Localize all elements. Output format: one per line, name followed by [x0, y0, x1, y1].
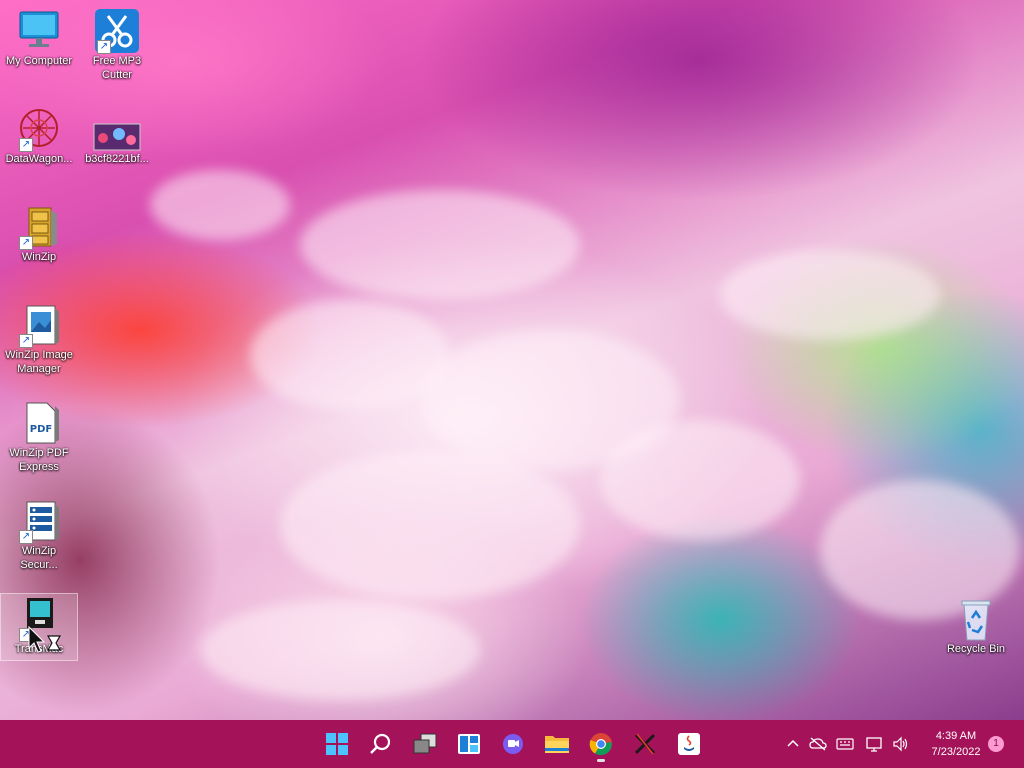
- datawagon-icon: ↗: [15, 106, 63, 152]
- desktop-icon-label: Recycle Bin: [946, 643, 1006, 655]
- java-icon: [678, 733, 700, 755]
- start-button[interactable]: [321, 728, 353, 760]
- network-button[interactable]: [866, 720, 886, 768]
- chrome-button[interactable]: [585, 728, 617, 762]
- search-icon: [370, 733, 391, 754]
- desktop-icon-winzip[interactable]: ↗ WinZip: [0, 202, 78, 264]
- chrome-icon: [589, 733, 612, 756]
- shortcut-arrow-icon: ↗: [19, 530, 33, 544]
- task-view-button[interactable]: [409, 728, 441, 760]
- tray-cloud-button[interactable]: [809, 720, 829, 768]
- shortcut-arrow-icon: ↗: [97, 40, 111, 54]
- chat-icon: [503, 734, 523, 754]
- widgets-button[interactable]: [453, 728, 485, 760]
- winzip-secure-icon: ↗: [15, 498, 63, 544]
- desktop-icon-image-file[interactable]: b3cf8221bf...: [78, 104, 156, 166]
- pdf-badge: PDF: [30, 424, 52, 435]
- desktop-icon-free-mp3-cutter[interactable]: ↗ Free MP3 Cutter: [78, 6, 156, 82]
- task-view-icon: [413, 733, 437, 754]
- winzip-image-icon: ↗: [15, 302, 63, 348]
- desktop-icon-my-computer[interactable]: My Computer: [0, 6, 78, 68]
- volume-icon: [893, 736, 908, 752]
- java-button[interactable]: [673, 728, 705, 760]
- desktop-icon-winzip-pdf-express[interactable]: PDF WinZip PDF Express: [0, 398, 78, 474]
- widgets-icon: [458, 734, 480, 754]
- file-explorer-icon: [545, 736, 569, 753]
- clock-date: 7/23/2022: [931, 746, 981, 758]
- desktop-icon-recycle-bin[interactable]: Recycle Bin: [936, 594, 1016, 656]
- recycle-bin-icon: [952, 596, 1000, 642]
- keyboard-button[interactable]: [836, 720, 856, 768]
- scissors-icon: ↗: [93, 8, 141, 54]
- active-app-indicator: [597, 759, 605, 762]
- desktop-icon-label: Free MP3 Cutter: [92, 55, 142, 81]
- xmind-button[interactable]: [629, 728, 661, 760]
- shortcut-arrow-icon: ↗: [19, 334, 33, 348]
- notification-badge[interactable]: 1: [988, 736, 1004, 752]
- volume-button[interactable]: [892, 720, 912, 768]
- desktop-icon-label: WinZip Secur...: [20, 545, 58, 571]
- desktop-wallpaper: My Computer ↗ Free MP3 Cutter ↗ DataWago: [0, 0, 1024, 720]
- keyboard-icon: [836, 738, 854, 750]
- desktop-icon-label: b3cf8221bf...: [85, 153, 149, 165]
- taskbar-clock[interactable]: 4:39 AM 7/23/2022: [922, 728, 990, 760]
- clock-time: 4:39 AM: [935, 730, 977, 742]
- xmind-icon: [634, 733, 656, 755]
- shortcut-arrow-icon: ↗: [19, 138, 33, 152]
- winzip-pdf-icon: PDF: [15, 400, 63, 446]
- shortcut-arrow-icon: ↗: [19, 236, 33, 250]
- display-icon: [866, 737, 882, 752]
- desktop-icon-label: DataWagon...: [5, 153, 73, 165]
- search-button[interactable]: [365, 728, 397, 760]
- winzip-cabinet-icon: ↗: [15, 204, 63, 250]
- desktop-icon-label: WinZip: [21, 251, 57, 263]
- network-off-icon: [809, 737, 827, 751]
- desktop-icon-winzip-secure[interactable]: ↗ WinZip Secur...: [0, 496, 78, 572]
- chat-button[interactable]: [497, 728, 529, 760]
- start-icon: [326, 733, 348, 755]
- desktop-icon-winzip-image-manager[interactable]: ↗ WinZip Image Manager: [0, 300, 78, 376]
- image-file-icon: [93, 106, 141, 152]
- show-hidden-icons-button[interactable]: [786, 720, 804, 768]
- desktop-icon-label: WinZip PDF Express: [9, 447, 69, 473]
- monitor-icon: [15, 8, 63, 54]
- chevron-up-icon: [787, 739, 799, 747]
- taskbar: 4:39 AM 7/23/2022: [0, 720, 1024, 768]
- file-explorer-button[interactable]: [541, 728, 573, 760]
- desktop-icon-datawagon[interactable]: ↗ DataWagon...: [0, 104, 78, 166]
- desktop-icon-label: WinZip Image Manager: [5, 349, 73, 375]
- desktop-icon-label: My Computer: [5, 55, 73, 67]
